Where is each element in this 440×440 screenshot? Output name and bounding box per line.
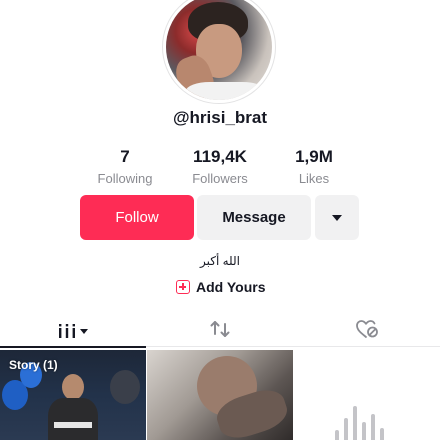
video-thumbnail[interactable] — [294, 350, 440, 440]
profile-username: @hrisi_brat — [172, 108, 268, 127]
message-button[interactable]: Message — [197, 195, 311, 240]
chevron-down-icon — [332, 214, 342, 221]
likes-count: 1,9M — [295, 147, 333, 166]
video-thumbnail[interactable] — [147, 350, 293, 440]
tab-reposts[interactable] — [147, 315, 293, 347]
video-grid: Story (1) — [0, 350, 440, 440]
liked-hidden-icon — [355, 319, 379, 344]
repost-icon — [209, 319, 231, 344]
profile-stats: 7 Following 119,4K Followers 1,9M Likes — [0, 147, 440, 187]
likes-label: Likes — [298, 171, 330, 186]
tab-active-indicator — [0, 346, 146, 348]
followers-count: 119,4K — [193, 147, 247, 166]
following-count: 7 — [120, 147, 130, 166]
following-stat[interactable]: 7 Following — [80, 147, 170, 186]
story-label: Story (1) — [9, 358, 58, 372]
add-yours-link[interactable]: Add Yours — [176, 277, 266, 297]
video-thumbnail[interactable]: Story (1) — [0, 350, 146, 440]
balloon-decoration — [110, 370, 140, 404]
waveform-graphic — [335, 406, 384, 440]
profile-actions: Follow Message — [0, 195, 440, 240]
avatar[interactable] — [162, 0, 276, 104]
tab-liked[interactable] — [294, 315, 440, 347]
chevron-down-icon — [80, 328, 88, 334]
avatar-photo — [166, 0, 272, 100]
add-box-icon — [176, 280, 190, 294]
tab-videos[interactable] — [0, 315, 146, 348]
add-yours-label: Add Yours — [196, 279, 266, 295]
thumbnail-person — [177, 356, 292, 440]
content-tabs — [0, 315, 440, 348]
followers-stat[interactable]: 119,4K Followers — [175, 147, 265, 186]
likes-stat[interactable]: 1,9M Likes — [269, 147, 359, 186]
more-options-button[interactable] — [315, 195, 359, 240]
followers-label: Followers — [192, 171, 248, 186]
follow-button[interactable]: Follow — [80, 195, 194, 240]
following-label: Following — [97, 171, 153, 186]
thumbnail-person — [48, 370, 98, 440]
profile-bio: الله أكبر — [199, 254, 241, 268]
grid-icon — [58, 323, 88, 339]
